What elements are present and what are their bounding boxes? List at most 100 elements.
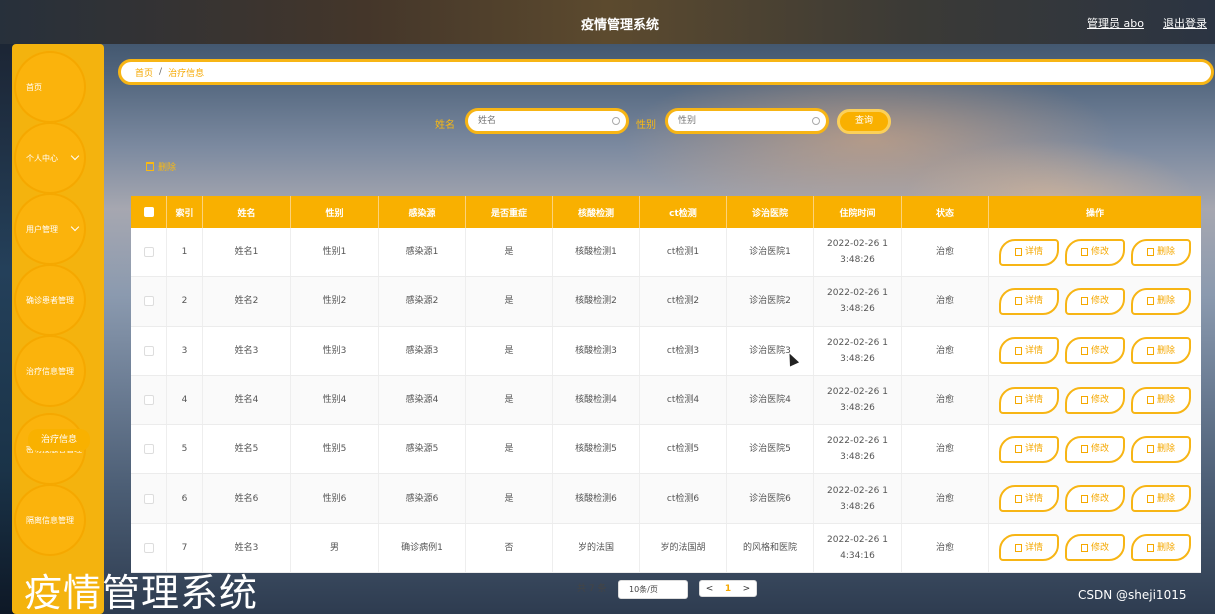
detail-label: 详情: [1024, 542, 1043, 553]
pagination-nav: < 1 >: [699, 580, 757, 597]
name-search-input[interactable]: [465, 108, 629, 134]
row-checkbox[interactable]: [131, 474, 167, 523]
delete-label: 删除: [1156, 542, 1175, 553]
cell-nucleic: 核酸检测6: [553, 474, 640, 523]
cell-nucleic: 核酸检测5: [553, 425, 640, 474]
cell-severe: 是: [466, 326, 553, 375]
cell-time: 3:48:26: [840, 255, 875, 266]
next-page-button[interactable]: >: [743, 584, 751, 594]
gender-search-input[interactable]: [665, 108, 829, 134]
column-header: ct检测: [640, 196, 727, 228]
detail-button[interactable]: 详情: [999, 485, 1059, 513]
pagination-total: 共 7 条: [577, 584, 607, 594]
delete-label: 删除: [1156, 296, 1175, 307]
column-header: 姓名: [203, 196, 291, 228]
row-actions: 详情 修改 删除: [989, 327, 1201, 375]
delete-button[interactable]: 删除: [1131, 386, 1191, 414]
cell-hospital: 诊治医院1: [727, 228, 814, 277]
cell-name: 姓名6: [203, 474, 291, 523]
edit-button[interactable]: 修改: [1065, 534, 1125, 562]
prev-page-button[interactable]: <: [706, 584, 714, 594]
cell-index: 2: [167, 277, 203, 326]
row-checkbox[interactable]: [131, 228, 167, 277]
chevron-down-icon: [70, 222, 80, 232]
admin-label[interactable]: 管理员 abo: [1087, 15, 1144, 31]
trash-icon: [1146, 396, 1154, 405]
edit-button[interactable]: 修改: [1065, 435, 1125, 463]
sidebar-item-label: 用户管理: [26, 224, 58, 234]
cell-name: 姓名2: [203, 277, 291, 326]
select-all-checkbox[interactable]: [131, 196, 167, 228]
top-bar: 疫情管理系统 管理员 abo 退出登录: [0, 0, 1215, 44]
sidebar-item-home[interactable]: 首页: [14, 51, 86, 123]
delete-button[interactable]: 删除: [1131, 337, 1191, 365]
cell-index: 4: [167, 375, 203, 425]
edit-label: 修改: [1090, 247, 1109, 258]
cell-source: 确诊病例1: [379, 523, 466, 573]
cell-gender: 性别6: [291, 474, 379, 523]
sidebar-item-user-management[interactable]: 用户管理: [14, 193, 86, 265]
edit-button[interactable]: 修改: [1065, 386, 1125, 414]
cell-severe: 是: [466, 425, 553, 474]
delete-button[interactable]: 删除: [1131, 435, 1191, 463]
cell-hospital: 诊治医院2: [727, 277, 814, 326]
cell-source: 感染源2: [379, 277, 466, 326]
cell-ct: ct检测6: [640, 474, 727, 523]
delete-button[interactable]: 删除: [1131, 485, 1191, 513]
edit-label: 修改: [1090, 542, 1109, 553]
table-header: 索引 姓名 性别 感染源 是否重症 核酸检测 ct检测 诊治医院 住院时间 状态…: [131, 196, 1201, 228]
cell-index: 3: [167, 326, 203, 375]
detail-button[interactable]: 详情: [999, 435, 1059, 463]
row-checkbox[interactable]: [131, 277, 167, 326]
page-size-select[interactable]: 10条/页: [618, 580, 688, 599]
cell-status: 治愈: [902, 277, 989, 326]
row-checkbox[interactable]: [131, 425, 167, 474]
logout-link[interactable]: 退出登录: [1163, 15, 1207, 31]
sidebar-subitem-treatment-info[interactable]: 治疗信息: [28, 429, 90, 451]
cell-admission-time: 2022-02-26 1 3:48:26: [814, 375, 902, 425]
sidebar-item-isolation[interactable]: 隔离信息管理: [14, 484, 86, 556]
cell-admission-time: 2022-02-26 1 3:48:26: [814, 474, 902, 523]
query-button[interactable]: 查询: [837, 109, 891, 134]
trash-icon: [1146, 297, 1154, 306]
document-icon: [1014, 445, 1022, 454]
current-page[interactable]: 1: [725, 584, 731, 594]
cell-ct: ct检测2: [640, 277, 727, 326]
edit-button[interactable]: 修改: [1065, 287, 1125, 315]
detail-button[interactable]: 详情: [999, 386, 1059, 414]
column-header: 住院时间: [814, 196, 902, 228]
delete-button[interactable]: 删除: [1131, 287, 1191, 315]
row-checkbox[interactable]: [131, 326, 167, 375]
name-label: 姓名: [435, 120, 455, 131]
sidebar-item-treatment[interactable]: 治疗信息管理: [14, 335, 86, 407]
edit-button[interactable]: 修改: [1065, 337, 1125, 365]
breadcrumb-home[interactable]: 首页: [135, 66, 153, 79]
cell-gender: 性别1: [291, 228, 379, 277]
cell-admission-time: 2022-02-26 1 3:48:26: [814, 228, 902, 277]
edit-button[interactable]: 修改: [1065, 485, 1125, 513]
row-actions: 详情 修改 删除: [989, 277, 1201, 325]
sidebar-item-confirmed-patients[interactable]: 确诊患者管理: [14, 264, 86, 336]
edit-label: 修改: [1090, 345, 1109, 356]
sidebar-item-personal-center[interactable]: 个人中心: [14, 122, 86, 194]
cell-date: 2022-02-26 1: [827, 387, 888, 398]
cell-date: 2022-02-26 1: [827, 239, 888, 250]
cell-hospital: 诊治医院4: [727, 375, 814, 425]
detail-button[interactable]: 详情: [999, 337, 1059, 365]
pencil-icon: [1080, 297, 1088, 306]
detail-button[interactable]: 详情: [999, 238, 1059, 266]
cell-status: 治愈: [902, 375, 989, 425]
delete-button[interactable]: 删除: [1131, 534, 1191, 562]
cell-admission-time: 2022-02-26 1 4:34:16: [814, 523, 902, 573]
breadcrumb-current: 治疗信息: [168, 68, 205, 79]
row-checkbox[interactable]: [131, 375, 167, 425]
edit-button[interactable]: 修改: [1065, 238, 1125, 266]
detail-button[interactable]: 详情: [999, 534, 1059, 562]
batch-delete-button[interactable]: 删除: [146, 160, 176, 173]
cell-nucleic: 核酸检测1: [553, 228, 640, 277]
detail-label: 详情: [1024, 247, 1043, 258]
detail-button[interactable]: 详情: [999, 287, 1059, 315]
cell-severe: 否: [466, 523, 553, 573]
delete-button[interactable]: 删除: [1131, 238, 1191, 266]
cell-nucleic: 核酸检测4: [553, 375, 640, 425]
